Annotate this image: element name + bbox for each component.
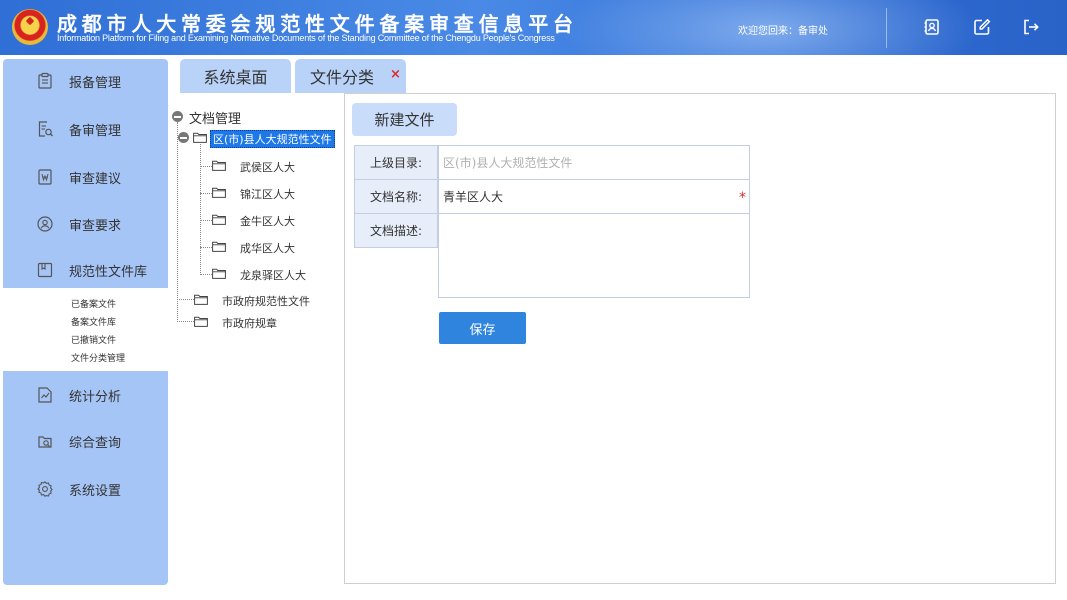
collapse-icon[interactable] <box>172 111 183 122</box>
submenu-item-filed[interactable]: 已备案文件 <box>71 297 116 310</box>
folder-icon <box>212 268 226 279</box>
tree-item[interactable]: 金牛区人大 <box>240 213 295 229</box>
platform-subtitle: Information Platform for Filing and Exam… <box>57 33 555 43</box>
sidebar-item-settings[interactable]: 系统设置 <box>3 467 168 511</box>
sidebar-item-statistics[interactable]: 统计分析 <box>3 373 168 417</box>
sidebar-item-label: 审查要求 <box>69 218 122 234</box>
contact-icon[interactable] <box>920 15 944 39</box>
tree-connector <box>177 299 194 300</box>
tree-root[interactable]: 文档管理 <box>189 108 241 127</box>
tab-label: 系统桌面 <box>203 68 268 87</box>
query-icon <box>38 436 52 448</box>
collapse-icon[interactable] <box>178 132 189 143</box>
document-search-icon <box>38 121 53 137</box>
new-file-button[interactable]: 新建文件 <box>352 103 457 136</box>
tree-connector <box>200 247 212 248</box>
tab-desktop[interactable]: 系统桌面 <box>180 59 291 93</box>
parent-field: 区(市)县人大规范性文件 <box>438 145 750 180</box>
library-icon <box>37 262 53 278</box>
tree-connector <box>200 220 212 221</box>
edit-icon[interactable] <box>970 15 994 39</box>
document-tree: 文档管理 区(市)县人大规范性文件 武侯区人大 锦江区人大 金牛区人大 成华区人… <box>170 100 340 360</box>
sidebar: 报备管理 备审管理 审查建议 审查要求 规范性文件库 已备案文件 备案文件库 已… <box>3 59 168 585</box>
tree-item[interactable]: 成华区人大 <box>240 240 295 256</box>
tree-connector <box>200 193 212 194</box>
sidebar-item-filing[interactable]: 报备管理 <box>3 59 168 103</box>
name-input[interactable]: 青羊区人大 <box>438 179 750 214</box>
tree-item[interactable]: 市政府规范性文件 <box>222 293 310 309</box>
folder-icon <box>212 214 226 225</box>
sidebar-item-label: 审查建议 <box>69 171 122 187</box>
header: 成都市人大常委会规范性文件备案审查信息平台 Information Platfo… <box>0 0 1067 55</box>
user-circle-icon <box>37 216 53 232</box>
folder-icon <box>212 241 226 252</box>
folder-icon <box>212 187 226 198</box>
sidebar-item-review[interactable]: 备审管理 <box>3 107 168 151</box>
sidebar-item-requirement[interactable]: 审查要求 <box>3 202 168 246</box>
close-icon[interactable]: × <box>390 67 401 82</box>
tree-connector <box>200 274 212 275</box>
tree-item[interactable]: 市政府规章 <box>222 315 277 331</box>
sidebar-item-label: 系统设置 <box>69 483 122 499</box>
parent-label: 上级目录: <box>354 145 438 180</box>
sidebar-item-suggestion[interactable]: 审查建议 <box>3 155 168 199</box>
sidebar-item-query[interactable]: 综合查询 <box>3 419 168 463</box>
sidebar-item-label: 综合查询 <box>69 435 122 451</box>
folder-icon <box>212 160 226 171</box>
welcome-text: 欢迎您回来：备审处 <box>738 26 828 37</box>
folder-icon <box>194 316 208 327</box>
sidebar-item-label: 规范性文件库 <box>69 264 148 280</box>
national-emblem-icon <box>12 9 48 45</box>
tree-connector <box>200 166 212 167</box>
folder-icon <box>194 294 208 305</box>
tree-item-selected[interactable]: 区(市)县人大规范性文件 <box>210 130 335 148</box>
save-button[interactable]: 保存 <box>439 312 526 344</box>
chart-icon <box>38 387 52 403</box>
name-label: 文档名称: <box>354 179 438 214</box>
description-textarea[interactable] <box>438 213 750 298</box>
tab-label: 文件分类 <box>310 68 375 87</box>
clipboard-icon <box>38 72 52 89</box>
tree-connector <box>177 122 178 322</box>
tree-item[interactable]: 武侯区人大 <box>240 159 295 175</box>
suggestion-icon <box>38 169 52 185</box>
tree-item[interactable]: 龙泉驿区人大 <box>240 267 306 283</box>
sidebar-item-label: 报备管理 <box>69 75 122 91</box>
folder-icon <box>193 132 207 143</box>
sidebar-item-label: 备审管理 <box>69 123 122 139</box>
sidebar-item-library[interactable]: 规范性文件库 <box>3 248 168 292</box>
sidebar-item-label: 统计分析 <box>69 389 122 405</box>
gear-icon <box>37 481 53 497</box>
tree-connector <box>177 321 194 322</box>
required-mark: * <box>739 190 746 206</box>
description-label: 文档描述: <box>354 213 438 248</box>
submenu-item-filing-library[interactable]: 备案文件库 <box>71 315 116 328</box>
tree-connector <box>200 144 201 275</box>
header-divider <box>886 8 887 48</box>
submenu-item-revoked[interactable]: 已撤销文件 <box>71 333 116 346</box>
tree-item[interactable]: 锦江区人大 <box>240 186 295 202</box>
submenu-item-category-manage[interactable]: 文件分类管理 <box>71 351 125 364</box>
logout-icon[interactable] <box>1019 15 1043 39</box>
